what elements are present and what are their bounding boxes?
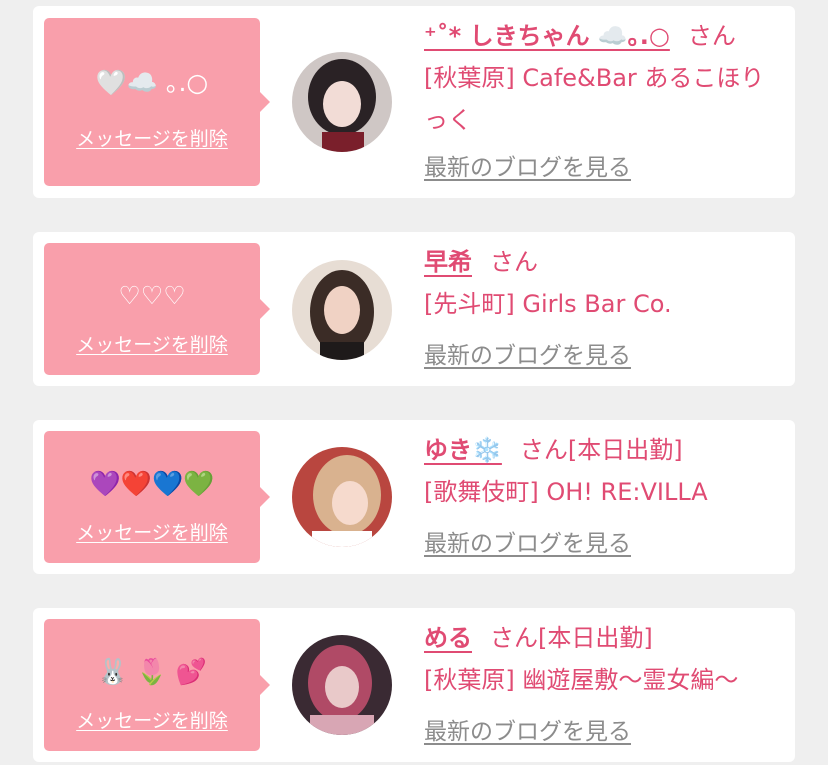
work-status: [本日出勤] (538, 624, 653, 652)
avatar-photo (292, 52, 392, 152)
cast-name-link[interactable]: ⁺˚* しきちゃん ☁️｡.○ (424, 22, 670, 50)
honorific: さん (687, 22, 736, 50)
delete-message-link[interactable]: メッセージを削除 (44, 709, 260, 733)
shop-name: [秋葉原] Cafe&Bar あるこほりっく (424, 64, 765, 134)
delete-message-link[interactable]: メッセージを削除 (44, 127, 260, 151)
message-bubble: 🤍☁️ ｡.○ メッセージを削除 (44, 18, 270, 186)
message-bubble: ♡♡♡ メッセージを削除 (44, 243, 270, 375)
delete-message-link[interactable]: メッセージを削除 (44, 333, 260, 357)
list-item: ♡♡♡ メッセージを削除 早希 さん [先斗町] Girls Bar Co. 最新… (33, 232, 795, 386)
avatar-photo (292, 260, 392, 360)
cast-name-link[interactable]: める (424, 624, 472, 652)
shop-name: [秋葉原] 幽遊屋敷〜霊女編〜 (424, 666, 739, 694)
message-bubble: 🐰 🌷 💕 メッセージを削除 (44, 619, 270, 751)
list-item: 🤍☁️ ｡.○ メッセージを削除 ⁺˚* しきちゃん ☁️｡.○ さん [秋葉原]… (33, 6, 795, 198)
avatar[interactable] (292, 52, 392, 152)
message-list: 🤍☁️ ｡.○ メッセージを削除 ⁺˚* しきちゃん ☁️｡.○ さん [秋葉原]… (0, 0, 828, 765)
latest-blog-link[interactable]: 最新のブログを見る (424, 529, 631, 559)
avatar-photo (292, 635, 392, 735)
cast-name-link[interactable]: ゆき❄️ (424, 436, 502, 464)
avatar[interactable] (292, 447, 392, 547)
list-item: 💜❤️💙💚 メッセージを削除 ゆき❄️ さん[本日出勤] [歌舞伎町] OH! R… (33, 420, 795, 574)
message-text: 🤍☁️ ｡.○ (95, 68, 209, 97)
message-text: 💜❤️💙💚 (89, 469, 215, 498)
avatar[interactable] (292, 260, 392, 360)
cast-info: 早希 さん [先斗町] Girls Bar Co. (424, 241, 784, 325)
latest-blog-link[interactable]: 最新のブログを見る (424, 717, 631, 747)
honorific: さん (519, 436, 568, 464)
message-text: ♡♡♡ (118, 281, 186, 310)
cast-name-link[interactable]: 早希 (424, 248, 472, 276)
cast-info: める さん[本日出勤] [秋葉原] 幽遊屋敷〜霊女編〜 (424, 617, 784, 701)
shop-name: [歌舞伎町] OH! RE:VILLA (424, 478, 708, 506)
avatar[interactable] (292, 635, 392, 735)
cast-info: ゆき❄️ さん[本日出勤] [歌舞伎町] OH! RE:VILLA (424, 429, 784, 513)
honorific: さん (490, 248, 538, 276)
latest-blog-link[interactable]: 最新のブログを見る (424, 153, 631, 183)
avatar-photo (292, 447, 392, 547)
shop-name: [先斗町] Girls Bar Co. (424, 290, 672, 318)
latest-blog-link[interactable]: 最新のブログを見る (424, 341, 631, 371)
message-text: 🐰 🌷 💕 (97, 657, 207, 686)
honorific: さん (490, 624, 538, 652)
message-bubble: 💜❤️💙💚 メッセージを削除 (44, 431, 270, 563)
delete-message-link[interactable]: メッセージを削除 (44, 521, 260, 545)
cast-info: ⁺˚* しきちゃん ☁️｡.○ さん [秋葉原] Cafe&Bar あるこほりっく (424, 15, 784, 141)
work-status: [本日出勤] (567, 436, 683, 464)
list-item: 🐰 🌷 💕 メッセージを削除 める さん[本日出勤] [秋葉原] 幽遊屋敷〜霊女編… (33, 608, 795, 762)
